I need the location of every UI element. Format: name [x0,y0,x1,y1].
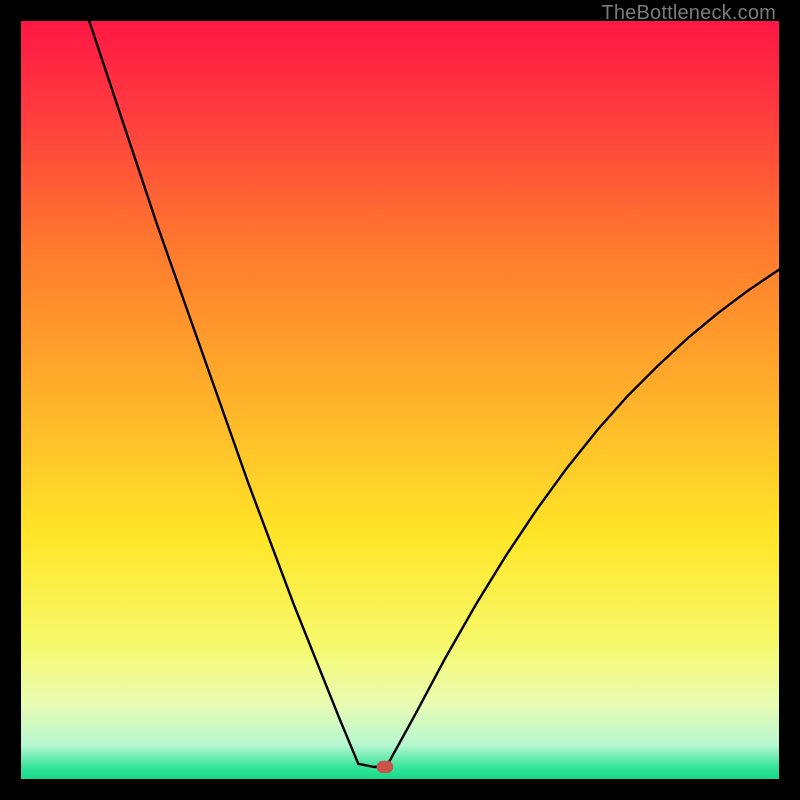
bottleneck-chart [21,21,779,779]
chart-marker-group [377,761,394,773]
chart-background [21,21,779,779]
valley-marker [377,761,394,773]
chart-frame [21,21,779,779]
watermark-text: TheBottleneck.com [601,2,776,25]
